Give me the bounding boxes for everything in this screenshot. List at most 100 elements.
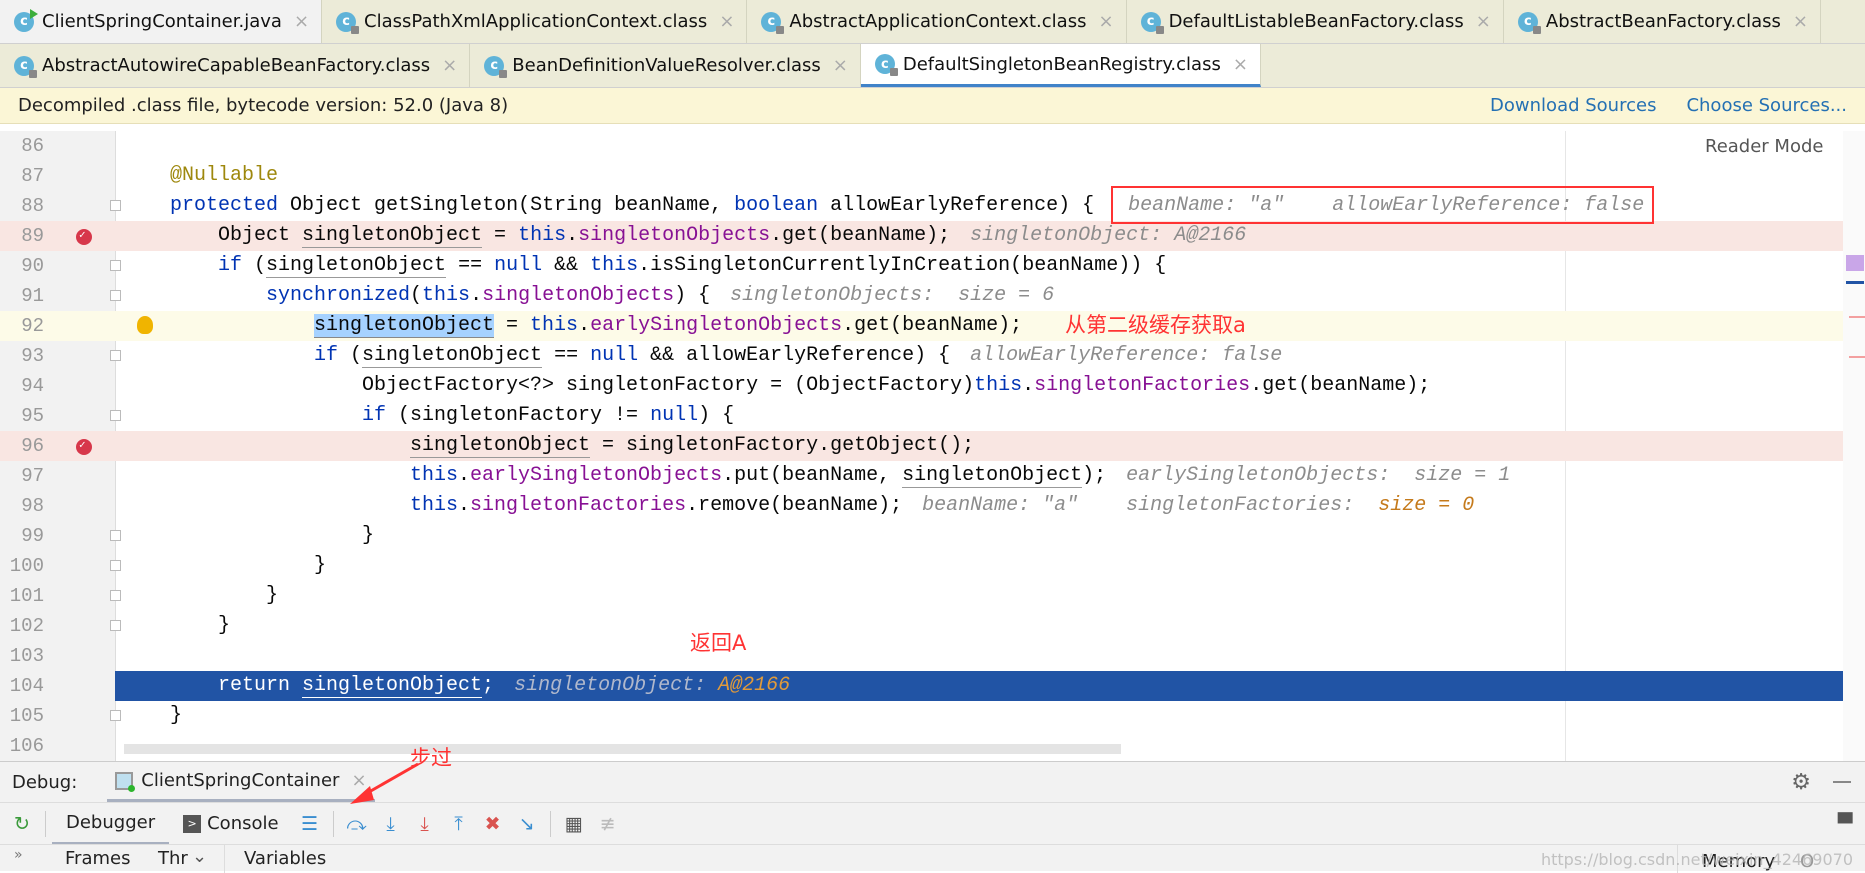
frames-tab[interactable]: Frames [65, 848, 130, 869]
editor-tab[interactable]: c AbstractApplicationContext.class × [747, 0, 1127, 43]
tab-console[interactable]: > Console [169, 803, 292, 845]
lightbulb-icon[interactable] [137, 316, 153, 334]
line-number[interactable]: 90 [0, 251, 44, 281]
line-number[interactable]: 89 [0, 221, 44, 251]
code-line[interactable]: 105} [0, 701, 1860, 731]
line-number[interactable]: 98 [0, 491, 44, 521]
fold-icon[interactable] [110, 620, 121, 631]
fold-icon[interactable] [110, 260, 121, 271]
editor-tab[interactable]: c DefaultListableBeanFactory.class × [1127, 0, 1504, 43]
close-tab-icon[interactable]: × [294, 11, 309, 32]
threads-tab[interactable]: Thr [158, 848, 188, 869]
fold-icon[interactable] [110, 410, 121, 421]
code-line[interactable]: 87 @Nullable [0, 161, 1860, 191]
step-into-icon[interactable]: ⤓ [379, 812, 403, 836]
close-tab-icon[interactable]: × [719, 11, 734, 32]
step-out-icon[interactable]: ⤒ [447, 812, 471, 836]
chevron-down-icon[interactable]: ⌄ [192, 846, 207, 867]
line-number[interactable]: 105 [0, 701, 44, 731]
close-tab-icon[interactable]: × [1476, 11, 1491, 32]
editor-tab[interactable]: c BeanDefinitionValueResolver.class × [470, 44, 861, 87]
close-tab-icon[interactable]: × [1098, 11, 1113, 32]
tab-debugger[interactable]: Debugger [52, 803, 170, 845]
editor-tab[interactable]: c DefaultSingletonBeanRegistry.class × [860, 44, 1261, 87]
code-line[interactable]: 94 ObjectFactory<?> singletonFactory = (O… [0, 371, 1860, 401]
line-number[interactable]: 101 [0, 581, 44, 611]
breakpoint-icon[interactable] [76, 221, 92, 251]
code-text: ObjectFactory<?> singletonFactory = (Obj… [362, 371, 1430, 401]
fold-icon[interactable] [110, 290, 121, 301]
code-line[interactable]: 104 return singletonObject; singletonObjec… [0, 671, 1860, 701]
gear-icon[interactable]: ⚙ [1791, 770, 1811, 795]
layout-lines-icon[interactable]: ☰ [298, 812, 322, 836]
close-tab-icon[interactable]: × [442, 55, 457, 76]
line-number[interactable]: 88 [0, 191, 44, 221]
editor-tab[interactable]: c AbstractAutowireCapableBeanFactory.clas… [0, 44, 471, 87]
layout-settings-icon[interactable]: ▀ [1833, 812, 1857, 836]
code-line[interactable]: 92 singletonObject = this.earlySingletonO… [0, 311, 1860, 341]
fold-icon[interactable] [110, 350, 121, 361]
breakpoint-icon[interactable] [76, 431, 92, 461]
force-step-into-icon[interactable]: ⤓ [413, 812, 437, 836]
minimize-icon[interactable] [1833, 781, 1851, 783]
line-number[interactable]: 102 [0, 611, 44, 641]
watermark: https://blog.csdn.net/weixin_42469070 [1540, 850, 1853, 869]
trace-icon[interactable]: ≢ [596, 812, 620, 836]
line-number[interactable]: 93 [0, 341, 44, 371]
code-line[interactable]: 101} [0, 581, 1860, 611]
fold-icon[interactable] [110, 590, 121, 601]
expand-icon[interactable]: » [14, 847, 23, 863]
close-tab-icon[interactable]: × [1793, 11, 1808, 32]
code-line[interactable]: 102} [0, 611, 1860, 641]
line-number[interactable]: 104 [0, 671, 115, 701]
line-number[interactable]: 94 [0, 371, 44, 401]
drop-frame-icon[interactable]: ✖ [481, 812, 505, 836]
code-editor[interactable]: 86 87 @Nullable 88 protected Object getSingl… [0, 131, 1865, 761]
code-line[interactable]: 99} [0, 521, 1860, 551]
fold-icon[interactable] [110, 560, 121, 571]
code-line[interactable]: 90 if (singletonObject == null && this.is… [0, 251, 1860, 281]
line-number[interactable]: 99 [0, 521, 44, 551]
code-line[interactable]: 95 if (singletonFactory != null) { [0, 401, 1860, 431]
run-to-cursor-icon[interactable]: ↘ [515, 812, 539, 836]
line-number[interactable]: 86 [0, 131, 44, 161]
line-number[interactable]: 92 [0, 311, 44, 341]
close-tab-icon[interactable]: × [1233, 54, 1248, 75]
editor-tab[interactable]: c AbstractBeanFactory.class × [1504, 0, 1821, 43]
inline-debug-value: singletonObjects: size = 6 [730, 284, 1054, 307]
editor-tab[interactable]: c ClientSpringContainer.java × [0, 0, 323, 43]
code-line[interactable]: 91 synchronized(this.singletonObjects) {s… [0, 281, 1860, 311]
code-line[interactable]: 98 this.singletonFactories.remove(beanNam… [0, 491, 1860, 521]
line-number[interactable]: 95 [0, 401, 44, 431]
code-line[interactable]: 97 this.earlySingletonObjects.put(beanNam… [0, 461, 1860, 491]
close-tab-icon[interactable]: × [833, 55, 848, 76]
line-number[interactable]: 103 [0, 641, 44, 671]
line-number[interactable]: 100 [0, 551, 44, 581]
line-number[interactable]: 97 [0, 461, 44, 491]
line-number[interactable]: 91 [0, 281, 44, 311]
fold-icon[interactable] [110, 530, 121, 541]
evaluate-expression-icon[interactable]: ▦ [562, 812, 586, 836]
code-line[interactable]: 89Object singletonObject = this.singleto… [0, 221, 1860, 251]
download-sources-link[interactable]: Download Sources [1490, 95, 1656, 116]
line-number[interactable]: 87 [0, 161, 44, 191]
code-line[interactable]: 93 if (singletonObject == null && allowEa… [0, 341, 1860, 371]
step-over-icon[interactable]: ⤼ [345, 812, 369, 836]
run-config-tab[interactable]: ClientSpringContainer × [107, 762, 375, 802]
code-line[interactable]: 86 [0, 131, 1860, 161]
fold-icon[interactable] [110, 200, 121, 211]
code-line[interactable]: 96 singletonObject = singletonFactory.get… [0, 431, 1860, 461]
fold-icon[interactable] [110, 710, 121, 721]
choose-sources-link[interactable]: Choose Sources... [1686, 95, 1847, 116]
reader-mode-button[interactable]: Reader Mode [1705, 136, 1823, 157]
code-line[interactable]: 103 [0, 641, 1860, 671]
code-line[interactable]: 88 protected Object getSingleton(String b… [0, 191, 1860, 221]
line-number[interactable]: 106 [0, 731, 44, 761]
code-line[interactable]: 100} [0, 551, 1860, 581]
rerun-icon[interactable]: ↻ [10, 812, 34, 836]
vertical-scrollbar[interactable] [1843, 131, 1865, 761]
line-number[interactable]: 96 [0, 431, 44, 461]
tab-debugger-label: Debugger [66, 811, 156, 833]
horizontal-scrollbar[interactable] [124, 744, 1121, 754]
editor-tab[interactable]: c ClassPathXmlApplicationContext.class × [322, 0, 748, 43]
